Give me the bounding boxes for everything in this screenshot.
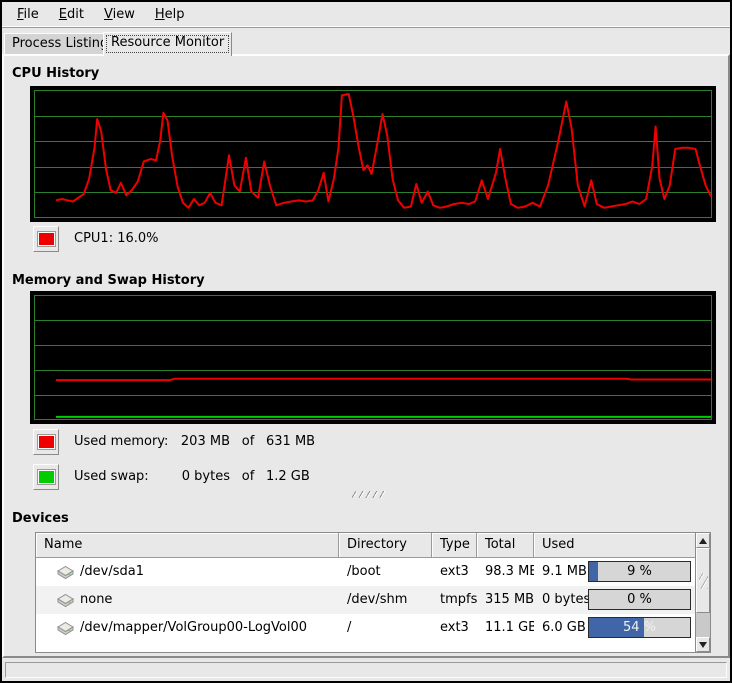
system-monitor-window: FileEditViewHelp Process Listing Resourc… (0, 0, 732, 683)
menu-view[interactable]: View (97, 2, 142, 27)
memory-color-button[interactable] (33, 429, 59, 455)
tab-process-listing[interactable]: Process Listing (4, 33, 116, 54)
device-used: 0 bytes (542, 586, 590, 614)
scrollbar-up-button[interactable] (696, 533, 710, 548)
menu-edit[interactable]: Edit (52, 2, 91, 27)
tab-resource-monitor[interactable]: Resource Monitor (103, 32, 232, 56)
device-row[interactable]: /dev/sda1 /boot ext3 98.3 MB 9.1 MB 9 % (36, 558, 695, 586)
menubar: FileEditViewHelp (2, 2, 730, 28)
tab-strip: Process Listing Resource Monitor (2, 30, 730, 56)
tab-resource-monitor-label: Resource Monitor (111, 35, 224, 50)
column-header-name[interactable]: Name (36, 533, 339, 558)
device-usage-bar: 9 % (588, 561, 691, 582)
status-bar (5, 662, 727, 678)
cpu-history-title: CPU History (12, 66, 99, 81)
hard-disk-icon (56, 565, 75, 580)
used-memory-of: of (230, 429, 266, 455)
scrollbar-grip-icon (699, 573, 708, 589)
swap-color-swatch (38, 470, 55, 484)
device-directory: / (339, 614, 432, 642)
used-swap-label: Used swap: (74, 464, 166, 490)
pane-resize-grip[interactable] (352, 491, 386, 498)
device-type: ext3 (432, 614, 477, 642)
cpu-color-button[interactable] (33, 226, 59, 252)
device-name: /dev/mapper/VolGroup00-LogVol00 (80, 614, 307, 642)
devices-table: Name Directory Type Total Used /dev/sda1… (35, 532, 711, 653)
memory-total-value: 631 MB (266, 429, 315, 455)
used-swap-legend-row: Used swap: 0 bytes of 1.2 GB (33, 464, 453, 490)
arrow-up-icon (699, 538, 707, 544)
column-header-used[interactable]: Used (534, 533, 695, 558)
device-used: 9.1 MB (542, 558, 587, 586)
arrow-down-icon (699, 642, 707, 648)
hard-disk-icon (56, 621, 75, 636)
used-memory-legend-row: Used memory: 203 MB of 631 MB (33, 429, 453, 455)
device-type: tmpfs (432, 586, 477, 614)
device-total: 98.3 MB (477, 558, 534, 586)
cpu-history-chart (30, 86, 716, 222)
device-directory: /dev/shm (339, 586, 432, 614)
device-usage-percent: 54 % (589, 618, 690, 637)
devices-scrollbar[interactable] (695, 533, 710, 652)
device-usage-bar: 54 % (588, 617, 691, 638)
devices-table-header: Name Directory Type Total Used (36, 533, 695, 558)
device-row[interactable]: none /dev/shm tmpfs 315 MB 0 bytes 0 % (36, 586, 695, 614)
cpu-history-plot (34, 90, 712, 218)
device-total: 11.1 GB (477, 614, 534, 642)
devices-table-body: /dev/sda1 /boot ext3 98.3 MB 9.1 MB 9 % … (36, 558, 695, 652)
menu-help[interactable]: Help (148, 2, 192, 27)
tab-process-listing-label: Process Listing (12, 36, 108, 51)
device-directory: /boot (339, 558, 432, 586)
swap-color-button[interactable] (33, 464, 59, 490)
device-name: none (80, 586, 112, 614)
used-memory-label: Used memory: (74, 429, 166, 455)
device-name: /dev/sda1 (80, 558, 144, 586)
memory-swap-chart (30, 291, 716, 424)
used-swap-value: 0 bytes (166, 464, 230, 490)
used-memory-value: 203 MB (166, 429, 230, 455)
device-row[interactable]: /dev/mapper/VolGroup00-LogVol00 / ext3 1… (36, 614, 695, 642)
scrollbar-thumb[interactable] (696, 548, 710, 613)
column-header-directory[interactable]: Directory (339, 533, 432, 558)
devices-title: Devices (12, 511, 69, 526)
device-total: 315 MB (477, 586, 534, 614)
device-usage-percent: 9 % (589, 562, 690, 581)
cpu-color-swatch (38, 232, 55, 246)
memory-color-swatch (38, 435, 55, 449)
swap-total-value: 1.2 GB (266, 464, 310, 490)
device-usage-percent: 0 % (589, 590, 690, 609)
column-header-type[interactable]: Type (432, 533, 477, 558)
hard-disk-icon (56, 593, 75, 608)
used-swap-of: of (230, 464, 266, 490)
resource-monitor-page: CPU History CPU1: 16.0% Memory and Swap … (2, 54, 730, 658)
scrollbar-down-button[interactable] (696, 637, 710, 652)
cpu-legend-label: CPU1: 16.0% (74, 226, 159, 252)
menu-file[interactable]: File (10, 2, 46, 27)
memory-swap-plot (34, 295, 712, 420)
cpu-legend-row: CPU1: 16.0% (33, 226, 433, 252)
memory-history-title: Memory and Swap History (12, 273, 205, 288)
device-usage-bar: 0 % (588, 589, 691, 610)
column-header-total[interactable]: Total (477, 533, 534, 558)
device-type: ext3 (432, 558, 477, 586)
device-used: 6.0 GB (542, 614, 586, 642)
